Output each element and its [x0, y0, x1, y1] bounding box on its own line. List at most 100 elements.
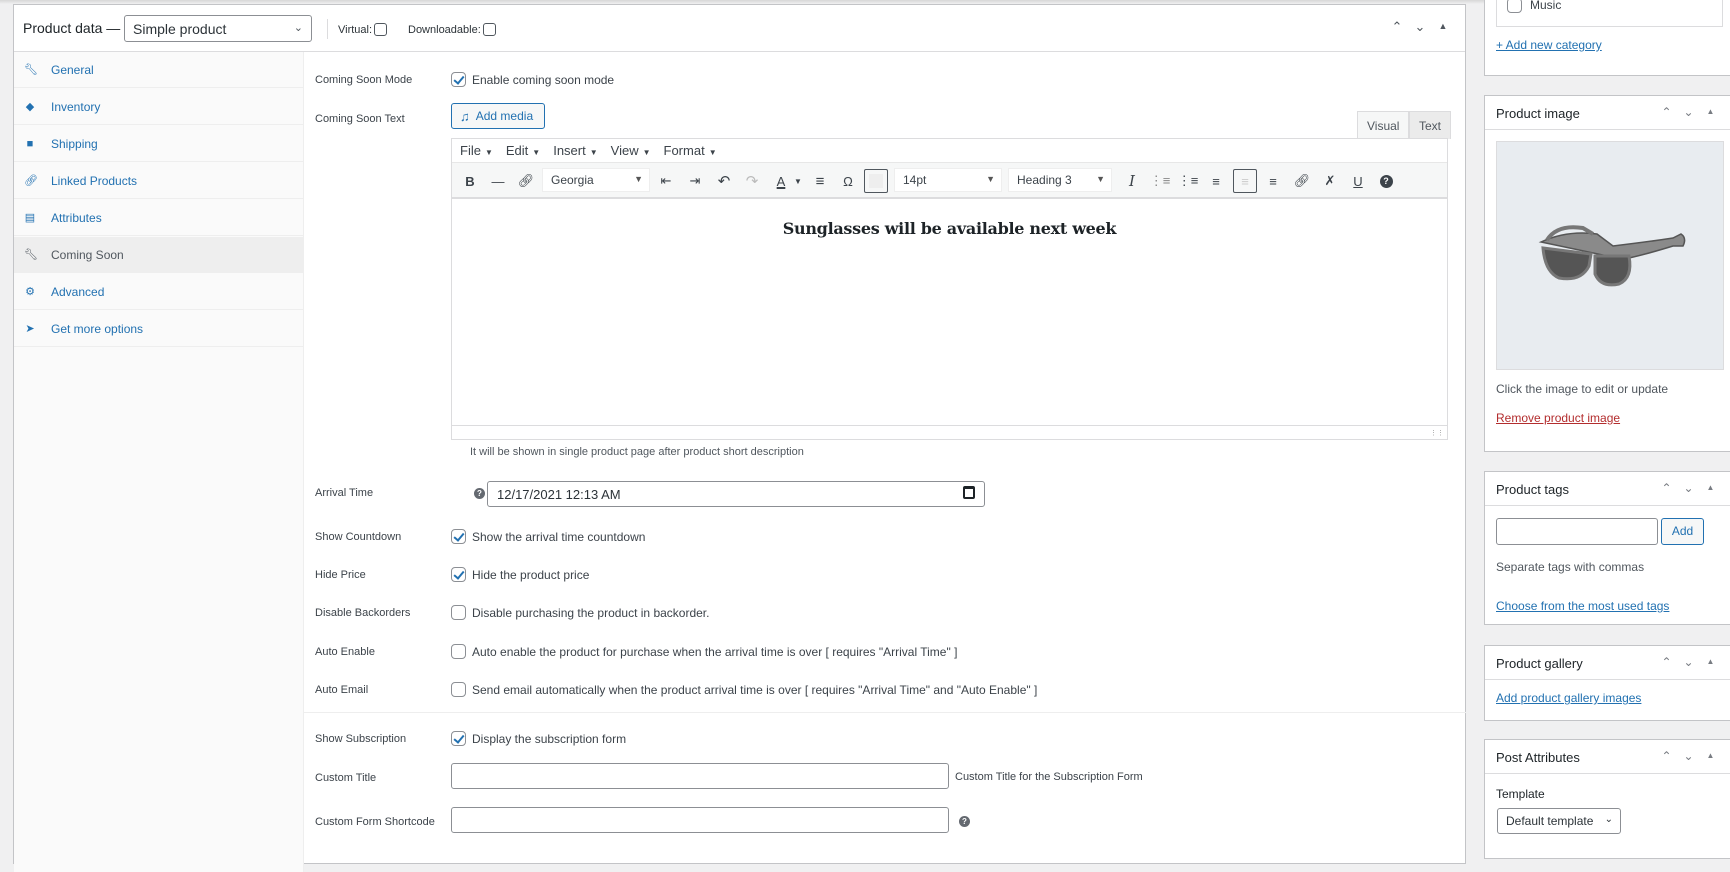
- move-up-icon[interactable]: ⌃: [1659, 655, 1674, 669]
- tab-coming-soon[interactable]: 🔧︎ Coming Soon: [14, 237, 304, 273]
- product-image-thumbnail[interactable]: [1496, 141, 1724, 370]
- menu-view[interactable]: View ▼: [611, 143, 651, 158]
- align-left-icon[interactable]: ≡: [1206, 169, 1226, 193]
- redo-icon[interactable]: ↷: [742, 169, 762, 193]
- help-icon[interactable]: ?: [1376, 169, 1396, 193]
- tab-label: Attributes: [51, 210, 102, 225]
- help-icon[interactable]: ?: [959, 816, 970, 827]
- tab-attributes[interactable]: ▤ Attributes: [14, 200, 304, 236]
- editor-tab-text[interactable]: Text: [1409, 111, 1452, 139]
- downloadable-checkbox-box[interactable]: [482, 23, 496, 36]
- move-up-icon[interactable]: ⌃: [1659, 105, 1674, 119]
- move-down-icon[interactable]: ⌄: [1681, 105, 1696, 119]
- move-down-icon[interactable]: ⌄: [1681, 655, 1696, 669]
- undo-icon[interactable]: ↶: [714, 169, 734, 193]
- bold-icon[interactable]: B: [460, 169, 480, 193]
- special-character-icon[interactable]: Ω: [838, 169, 858, 193]
- tab-advanced[interactable]: ⚙ Advanced: [14, 274, 304, 310]
- product-data-title: Product data —: [23, 20, 121, 36]
- bulleted-list-icon[interactable]: ⋮≡: [1178, 169, 1199, 193]
- arrival-time-input[interactable]: 12/17/2021 12:13 AM: [487, 481, 985, 507]
- menu-insert[interactable]: Insert ▼: [553, 143, 597, 158]
- font-family-select[interactable]: Georgia ▼: [542, 168, 650, 192]
- show-countdown-checkbox[interactable]: [451, 529, 466, 544]
- editor-tab-visual[interactable]: Visual: [1357, 111, 1410, 139]
- product-image-header: Product image ⌃ ⌄ ▲: [1485, 96, 1730, 130]
- downloadable-label: Downloadable:: [408, 23, 481, 36]
- product-gallery-box: Product gallery ⌃ ⌄ ▲ Add product galler…: [1484, 645, 1730, 721]
- font-size-select[interactable]: 14pt ▼: [894, 168, 1002, 192]
- custom-title-input[interactable]: [451, 763, 949, 789]
- text-color-icon[interactable]: A: [770, 169, 792, 193]
- move-up-icon[interactable]: ⌃: [1390, 19, 1404, 35]
- align-right-icon[interactable]: ≡: [1263, 169, 1283, 193]
- tag-input[interactable]: [1496, 518, 1658, 545]
- move-up-icon[interactable]: ⌃: [1659, 481, 1674, 495]
- auto-email-checkbox[interactable]: [451, 682, 466, 697]
- caret-down-icon[interactable]: ▼: [792, 169, 804, 193]
- tab-label: Coming Soon: [51, 247, 124, 262]
- auto-enable-checkbox[interactable]: [451, 644, 466, 659]
- downloadable-checkbox[interactable]: Downloadable:: [408, 23, 496, 36]
- ordered-list-icon[interactable]: ⋮≡: [1150, 169, 1171, 193]
- align-center-icon[interactable]: ≡: [1233, 169, 1257, 193]
- toggle-panel-icon[interactable]: ▲: [1703, 749, 1718, 763]
- toggle-panel-icon[interactable]: ▲: [1703, 655, 1718, 669]
- link-icon[interactable]: 🔗︎: [516, 169, 536, 193]
- tab-shipping[interactable]: ■ Shipping: [14, 126, 304, 162]
- media-icon: ♫: [460, 108, 470, 124]
- toggle-panel-icon[interactable]: ▲: [1436, 19, 1450, 35]
- virtual-checkbox-box[interactable]: [374, 23, 388, 36]
- resize-handle-icon[interactable]: ⋮⋮: [1430, 429, 1444, 437]
- show-subscription-checkbox[interactable]: [451, 731, 466, 746]
- tab-get-more-options[interactable]: ➤ Get more options: [14, 311, 304, 347]
- insert-link-icon[interactable]: 🔗︎: [1292, 169, 1312, 193]
- calendar-icon[interactable]: [963, 486, 975, 499]
- tab-general[interactable]: 🔧︎ General: [14, 52, 304, 88]
- indent-icon[interactable]: ⇥: [685, 169, 705, 193]
- chevron-down-icon: ⌄: [293, 22, 303, 34]
- caret-down-icon: ▼: [642, 148, 651, 157]
- toggle-panel-icon[interactable]: ▲: [1703, 105, 1718, 119]
- help-icon[interactable]: ?: [474, 488, 485, 499]
- product-type-select[interactable]: Simple product ⌄: [124, 15, 312, 42]
- menu-file[interactable]: File ▼: [460, 143, 493, 158]
- block-format-select[interactable]: Heading 3 ▼: [1008, 168, 1112, 192]
- add-media-button[interactable]: ♫ Add media: [451, 103, 545, 129]
- disable-backorders-checkbox[interactable]: [451, 605, 466, 620]
- italic-icon[interactable]: I: [1122, 169, 1142, 193]
- editor-content[interactable]: Sunglasses will be available next week: [452, 201, 1447, 427]
- custom-title-label: Custom Title: [315, 772, 377, 784]
- outdent-icon[interactable]: ⇤: [656, 169, 676, 193]
- toggle-panel-icon[interactable]: ▲: [1703, 481, 1718, 495]
- tab-inventory[interactable]: ◆ Inventory: [14, 89, 304, 125]
- justify-icon[interactable]: ≡: [810, 169, 830, 193]
- template-select[interactable]: Default template ⌄: [1497, 808, 1621, 834]
- virtual-checkbox[interactable]: Virtual:: [338, 23, 388, 36]
- move-down-icon[interactable]: ⌄: [1681, 481, 1696, 495]
- table-icon[interactable]: [864, 169, 888, 193]
- add-gallery-images-link[interactable]: Add product gallery images: [1496, 691, 1641, 705]
- custom-form-shortcode-input[interactable]: [451, 807, 949, 833]
- add-new-category-link[interactable]: + Add new category: [1496, 38, 1602, 52]
- remove-product-image-link[interactable]: Remove product image: [1496, 411, 1620, 425]
- category-checkbox-music[interactable]: [1507, 0, 1522, 13]
- choose-most-used-tags-link[interactable]: Choose from the most used tags: [1496, 599, 1669, 613]
- coming-soon-mode-checkbox[interactable]: [451, 72, 466, 87]
- move-up-icon[interactable]: ⌃: [1659, 749, 1674, 763]
- product-image-hint: Click the image to edit or update: [1496, 382, 1669, 396]
- section-divider: [304, 712, 1466, 713]
- underline-icon[interactable]: U: [1348, 169, 1368, 193]
- move-down-icon[interactable]: ⌄: [1681, 749, 1696, 763]
- caret-down-icon: ▼: [986, 174, 995, 184]
- chevron-down-icon: ⌄: [1604, 814, 1613, 825]
- add-tag-button[interactable]: Add: [1661, 518, 1704, 545]
- tab-linked-products[interactable]: 🔗︎ Linked Products: [14, 163, 304, 199]
- unlink-icon[interactable]: ✗: [1320, 169, 1340, 193]
- editor-hint: It will be shown in single product page …: [470, 446, 804, 458]
- horizontal-line-icon[interactable]: —: [488, 169, 508, 193]
- move-down-icon[interactable]: ⌄: [1413, 19, 1427, 35]
- menu-format[interactable]: Format ▼: [664, 143, 717, 158]
- menu-edit[interactable]: Edit ▼: [506, 143, 540, 158]
- hide-price-checkbox[interactable]: [451, 567, 466, 582]
